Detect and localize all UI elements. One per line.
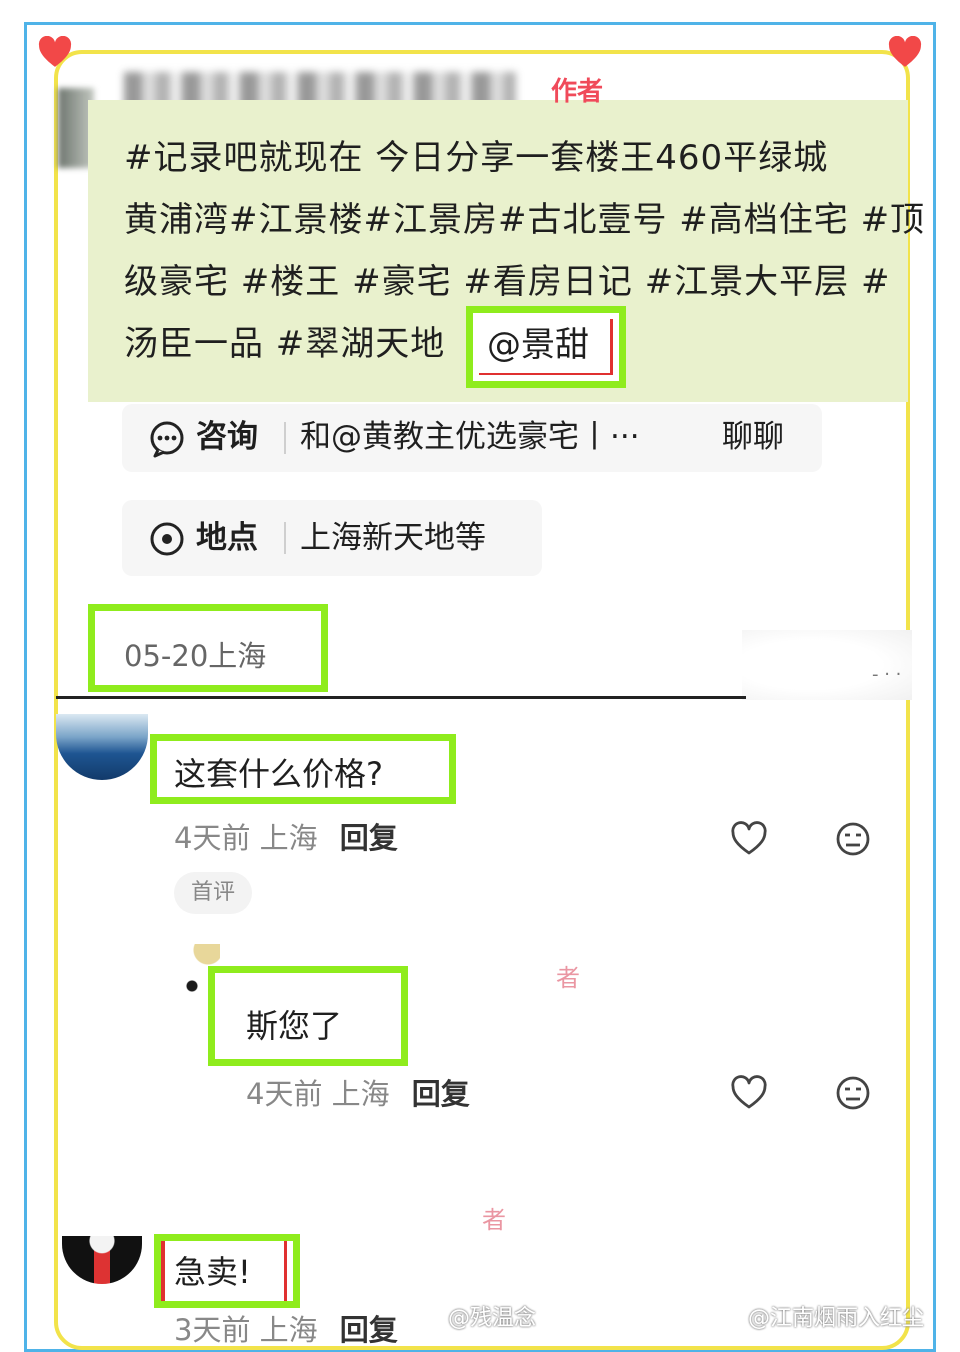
heart-icon[interactable] [730,820,768,858]
comment-place: 上海 [259,821,318,855]
watermark: @残温念 [448,1306,537,1331]
corner-heart-icon [888,36,922,70]
location-pin-icon [148,520,186,558]
location-label: 地点 [196,520,258,556]
comment-text: 这套什么价格? [174,755,383,793]
consult-text: 和@黄教主优选豪宅丨··· [300,419,640,455]
comment-place: 上海 [331,1077,390,1111]
author-tag-faded: 者 [482,1206,506,1234]
post-text-line: 黄浦湾#江景楼#江景房#古北壹号 #高档住宅 #顶 [124,200,926,240]
dislike-face-icon[interactable] [834,1074,872,1112]
post-text-line: #记录吧就现在 今日分享一套楼王460平绿城 [124,138,829,178]
pill-separator [284,522,286,554]
dislike-face-icon[interactable] [834,820,872,858]
comment-place: 上海 [259,1313,318,1347]
post-date: 05-20上海 [124,639,267,673]
heart-icon[interactable] [730,1074,768,1112]
comment-meta: 4天前 上海 回复 [174,818,398,858]
smudge-text: - · · [872,664,902,685]
reply-button[interactable]: 回复 [412,1077,470,1111]
mention-link[interactable]: @景甜 [487,325,589,365]
mention-highlight[interactable]: @景甜 [466,306,626,388]
watermark: @江南烟雨入红尘 [748,1306,925,1331]
comment-text: 急卖! [174,1253,251,1291]
comment-time: 4天前 [246,1077,323,1111]
reply-button[interactable]: 回复 [340,1313,398,1347]
comment-time: 3天前 [174,1313,251,1347]
reply-button[interactable]: 回复 [340,821,398,855]
pill-separator [284,422,286,454]
comment-time: 4天前 [174,821,251,855]
consult-label: 咨询 [196,419,258,455]
comment-meta: 3天前 上海 回复 [174,1310,398,1350]
author-tag-faded: 者 [556,964,580,992]
first-comment-badge: 首评 [174,872,252,914]
post-text-line: 级豪宅 #楼王 #豪宅 #看房日记 #江景大平层 # [124,262,891,302]
author-tag: 作者 [550,77,603,107]
post-text-line: 汤臣一品 #翠湖天地 [124,324,446,364]
location-row[interactable]: 地点 上海新天地等 [122,500,542,576]
consult-row[interactable]: 咨询 和@黄教主优选豪宅丨··· 聊聊 [122,404,822,472]
location-text: 上海新天地等 [300,520,486,556]
corner-heart-icon [38,36,72,70]
comment-text: 斯您了 [246,1007,343,1045]
chat-bubble-icon [148,420,186,458]
comments-divider [56,696,746,699]
comment-meta: 4天前 上海 回复 [246,1074,470,1114]
consult-chat-button[interactable]: 聊聊 [722,417,784,457]
